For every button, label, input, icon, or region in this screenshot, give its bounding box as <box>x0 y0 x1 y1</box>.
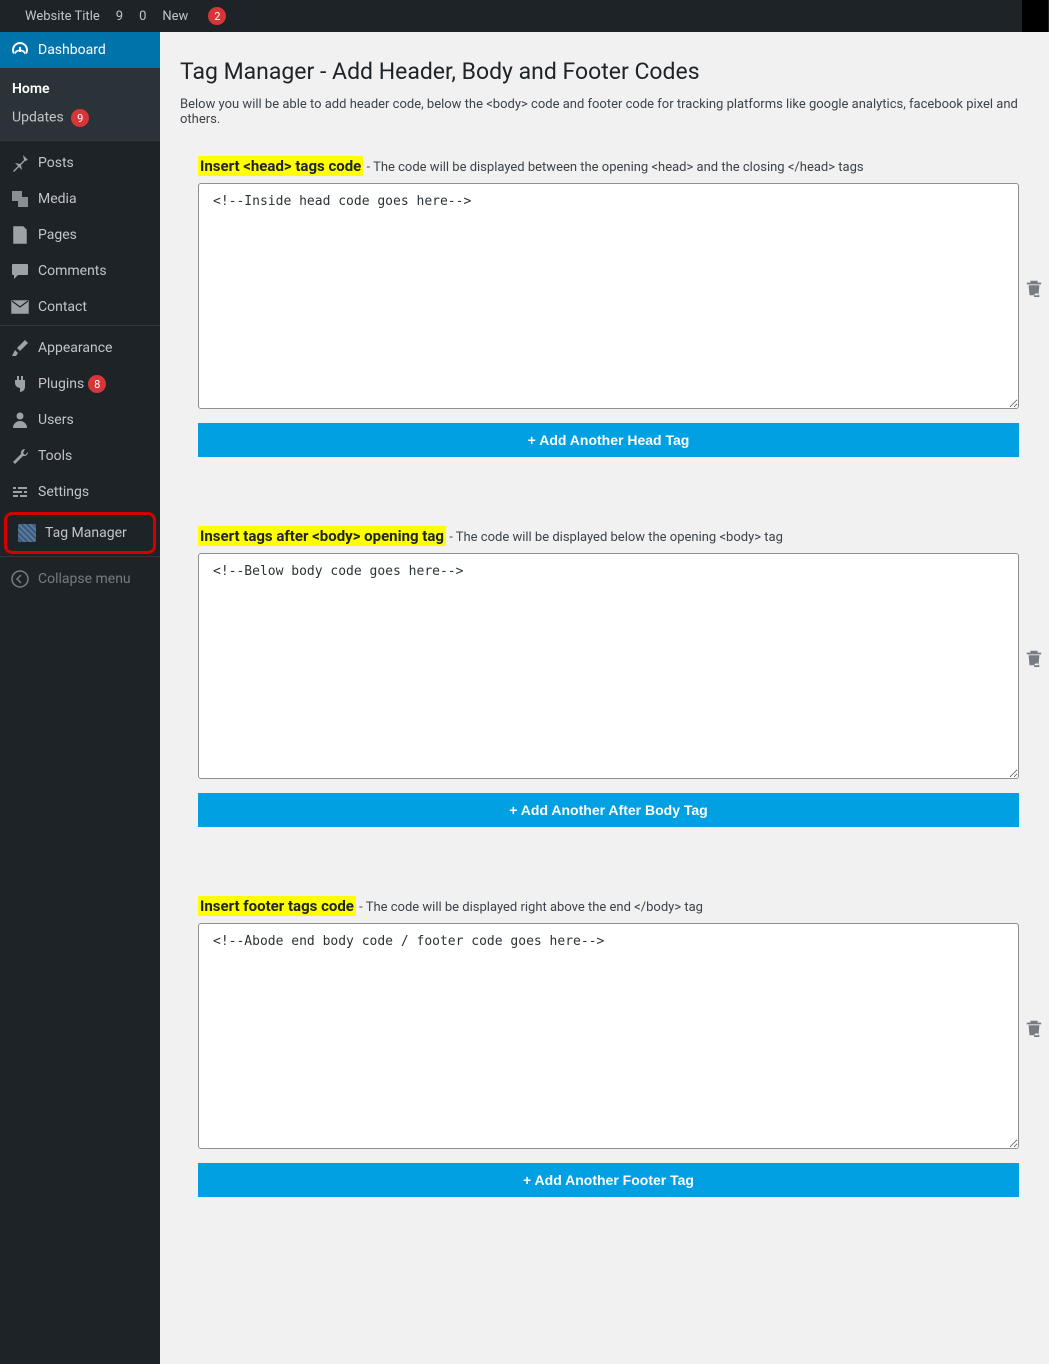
footer-code-textarea[interactable] <box>198 923 1019 1149</box>
pin-icon <box>10 153 30 173</box>
envelope-icon <box>10 297 30 317</box>
wrench-icon <box>10 446 30 466</box>
submenu-updates[interactable]: Updates 9 <box>0 103 160 133</box>
comments-icon <box>10 261 30 281</box>
menu-label: Media <box>38 191 77 207</box>
trash-icon <box>1025 649 1043 667</box>
menu-label: Tools <box>38 448 72 464</box>
body-delete-button[interactable] <box>1025 649 1043 667</box>
footer-delete-button[interactable] <box>1025 1019 1043 1037</box>
menu-dashboard[interactable]: Dashboard Home Updates 9 <box>0 32 160 140</box>
submenu-updates-label: Updates <box>12 110 64 126</box>
collapse-label: Collapse menu <box>38 571 131 587</box>
pages-icon <box>10 225 30 245</box>
menu-settings[interactable]: Settings <box>0 474 160 510</box>
collapse-icon <box>10 569 30 589</box>
new-label: New <box>162 9 188 24</box>
main-content: Tag Manager - Add Header, Body and Foote… <box>160 32 1049 1364</box>
menu-users[interactable]: Users <box>0 402 160 438</box>
page-title: Tag Manager - Add Header, Body and Foote… <box>180 58 1029 85</box>
footer-heading-desc: - The code will be displayed right above… <box>359 900 703 915</box>
menu-separator <box>0 556 160 561</box>
body-heading-desc: - The code will be displayed below the o… <box>449 530 783 545</box>
tag-manager-icon <box>17 523 37 543</box>
footer-heading-highlight: Insert footer tags code <box>198 896 356 916</box>
menu-contact[interactable]: Contact <box>0 289 160 325</box>
trash-icon <box>1025 1019 1043 1037</box>
menu-label: Posts <box>38 155 74 171</box>
menu-label: Contact <box>38 299 87 315</box>
site-title: Website Title <box>25 9 100 24</box>
updates-badge: 9 <box>71 109 89 127</box>
menu-label: Users <box>38 412 74 428</box>
menu-label: Pages <box>38 227 77 243</box>
body-heading-highlight: Insert tags after <body> opening tag <box>198 526 446 546</box>
footer-heading: Insert footer tags code - The code will … <box>198 897 1019 915</box>
head-section: Insert <head> tags code - The code will … <box>198 157 1019 457</box>
collapse-menu[interactable]: Collapse menu <box>0 561 160 597</box>
add-footer-tag-button[interactable]: + Add Another Footer Tag <box>198 1163 1019 1197</box>
add-body-tag-button[interactable]: + Add Another After Body Tag <box>198 793 1019 827</box>
trash-icon <box>1025 279 1043 297</box>
admin-bar: Website Title 9 0 New 2 <box>0 0 1049 32</box>
body-heading: Insert tags after <body> opening tag - T… <box>198 527 1019 545</box>
menu-posts[interactable]: Posts <box>0 145 160 181</box>
body-section: Insert tags after <body> opening tag - T… <box>198 527 1019 827</box>
updates-count: 9 <box>116 9 123 24</box>
sliders-icon <box>10 482 30 502</box>
menu-tag-manager[interactable]: Tag Manager <box>4 512 156 554</box>
head-heading: Insert <head> tags code - The code will … <box>198 157 1019 175</box>
page-intro: Below you will be able to add header cod… <box>180 97 1029 127</box>
dashboard-icon <box>10 40 30 60</box>
brush-icon <box>10 338 30 358</box>
plugins-badge: 8 <box>88 375 106 393</box>
menu-tools[interactable]: Tools <box>0 438 160 474</box>
menu-label: Comments <box>38 263 107 279</box>
menu-label: Plugins <box>38 376 84 392</box>
menu-label: Settings <box>38 484 89 500</box>
head-delete-button[interactable] <box>1025 279 1043 297</box>
head-heading-highlight: Insert <head> tags code <box>198 156 363 176</box>
admin-sidebar: Dashboard Home Updates 9 Posts Media Pag… <box>0 32 160 1364</box>
menu-media[interactable]: Media <box>0 181 160 217</box>
new-content-menu[interactable]: New <box>154 0 196 32</box>
head-code-textarea[interactable] <box>198 183 1019 409</box>
menu-appearance[interactable]: Appearance <box>0 330 160 366</box>
menu-label: Appearance <box>38 340 112 356</box>
user-icon <box>10 410 30 430</box>
comments-menu[interactable]: 0 <box>131 0 154 32</box>
menu-plugins[interactable]: Plugins 8 <box>0 366 160 402</box>
submenu-home[interactable]: Home <box>0 75 160 103</box>
menu-comments[interactable]: Comments <box>0 253 160 289</box>
plug-icon <box>10 374 30 394</box>
add-head-tag-button[interactable]: + Add Another Head Tag <box>198 423 1019 457</box>
adminbar-right-edge <box>1022 0 1048 32</box>
menu-label: Dashboard <box>38 42 106 58</box>
updates-menu[interactable]: 9 <box>108 0 131 32</box>
footer-section: Insert footer tags code - The code will … <box>198 897 1019 1197</box>
media-icon <box>10 189 30 209</box>
head-heading-desc: - The code will be displayed between the… <box>367 160 864 175</box>
site-name-menu[interactable]: Website Title <box>17 0 108 32</box>
menu-pages[interactable]: Pages <box>0 217 160 253</box>
dashboard-submenu: Home Updates 9 <box>0 68 160 140</box>
wp-logo-menu[interactable] <box>1 0 17 32</box>
yoast-badge: 2 <box>208 7 226 25</box>
comments-count: 0 <box>139 9 146 24</box>
body-code-textarea[interactable] <box>198 553 1019 779</box>
menu-label: Tag Manager <box>45 525 127 541</box>
yoast-menu[interactable]: 2 <box>196 0 234 32</box>
